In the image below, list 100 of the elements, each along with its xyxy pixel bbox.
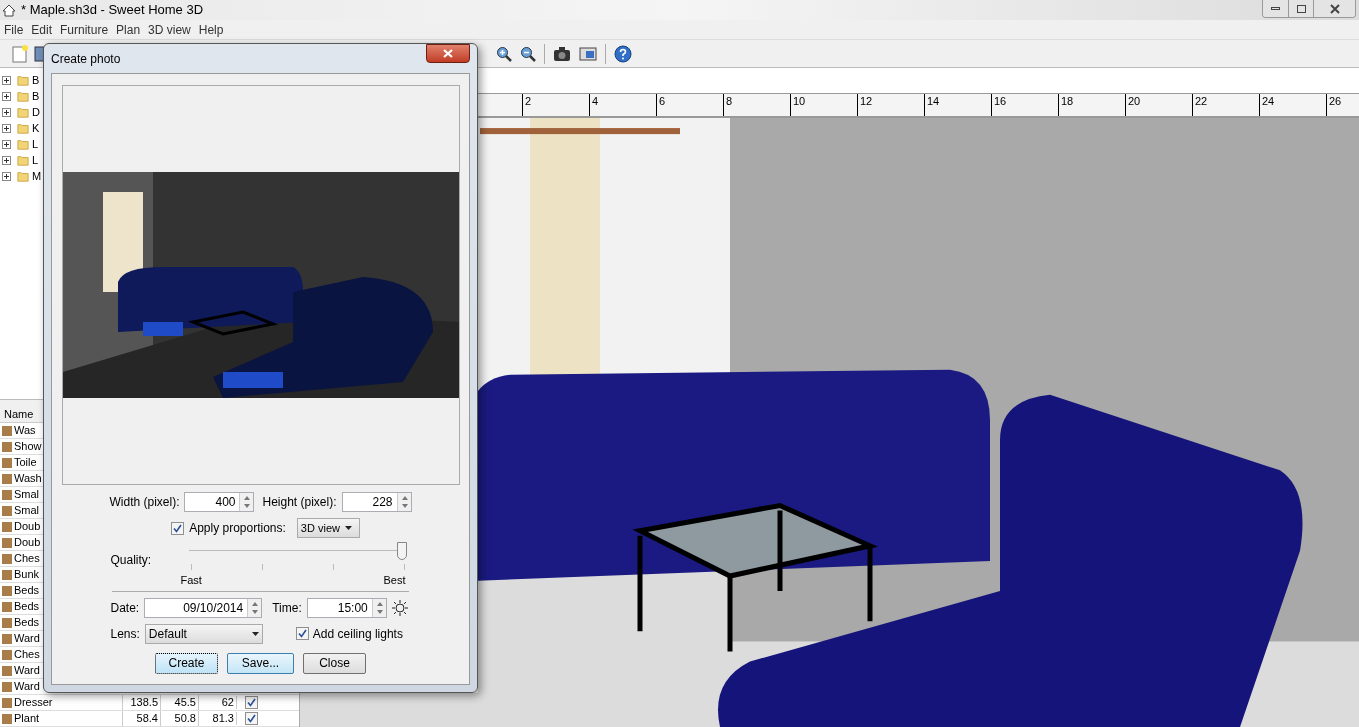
folder-icon bbox=[17, 153, 29, 167]
menu-item[interactable]: Plan bbox=[112, 20, 145, 39]
dialog-button[interactable]: Save... bbox=[227, 652, 294, 674]
menu-item[interactable]: Furniture bbox=[56, 20, 113, 39]
folder-icon bbox=[17, 169, 29, 183]
menu-item[interactable]: 3D view bbox=[144, 20, 195, 39]
ruler-label: 6 bbox=[656, 94, 723, 116]
minimize-button[interactable] bbox=[1263, 0, 1288, 17]
ceiling-lights-label[interactable]: Add ceiling lights bbox=[312, 624, 403, 643]
camera-icon[interactable] bbox=[553, 45, 571, 62]
furniture-thumbnail-icon bbox=[2, 585, 12, 596]
furniture-thumbnail-icon bbox=[2, 505, 12, 516]
time-field[interactable]: 15:00 bbox=[306, 597, 387, 618]
expand-icon[interactable] bbox=[2, 171, 11, 181]
spinner-arrows-icon[interactable] bbox=[247, 598, 262, 617]
close-icon[interactable] bbox=[1313, 0, 1355, 17]
table-cell-text: Doub bbox=[13, 519, 42, 534]
date-label: Date: bbox=[110, 599, 140, 617]
expand-icon[interactable] bbox=[2, 123, 11, 133]
best-label: Best bbox=[383, 573, 406, 588]
expand-icon[interactable] bbox=[2, 91, 11, 101]
table-cell-text: Doub bbox=[13, 535, 42, 550]
table-cell-text: Dresser bbox=[13, 695, 54, 710]
proportions-dropdown[interactable]: 3D view bbox=[296, 518, 360, 538]
table-cell-text: Smal bbox=[13, 503, 41, 518]
table-cell-text: Ward bbox=[13, 679, 41, 694]
close-icon[interactable] bbox=[426, 44, 470, 63]
column-header[interactable]: Name bbox=[0, 406, 34, 423]
time-label: Time: bbox=[272, 599, 302, 617]
lens-label: Lens: bbox=[110, 625, 140, 643]
furniture-thumbnail-icon bbox=[2, 601, 12, 612]
folder-icon bbox=[17, 121, 29, 135]
app-icon bbox=[1, 2, 17, 18]
width-label: Width (pixel): bbox=[109, 494, 180, 511]
checkbox[interactable] bbox=[245, 696, 258, 709]
menu-item[interactable]: Edit bbox=[27, 20, 57, 39]
caret-icon bbox=[345, 526, 352, 530]
ruler-label: 14 bbox=[924, 94, 991, 116]
window-title: * Maple.sh3d - Sweet Home 3D bbox=[21, 1, 204, 20]
checkbox[interactable] bbox=[245, 712, 258, 725]
expand-icon[interactable] bbox=[2, 107, 11, 117]
category-label[interactable]: B bbox=[32, 87, 40, 105]
furniture-thumbnail-icon bbox=[2, 521, 12, 532]
folder-icon bbox=[17, 137, 29, 151]
spinner-arrows-icon[interactable] bbox=[239, 493, 254, 511]
dialog-button[interactable]: Close bbox=[303, 652, 366, 674]
ruler-label: 2 bbox=[522, 94, 589, 116]
category-label[interactable]: L bbox=[32, 151, 39, 169]
category-label[interactable]: K bbox=[32, 119, 40, 137]
apply-proportions-label[interactable]: Apply proportions: bbox=[189, 519, 286, 537]
table-cell-text: Wash bbox=[13, 471, 43, 486]
table-cell-text: Beds bbox=[13, 583, 41, 598]
menu-item[interactable]: File bbox=[0, 20, 28, 39]
folder-icon bbox=[17, 105, 29, 119]
folder-icon bbox=[17, 89, 29, 103]
ruler-label: 16 bbox=[991, 94, 1058, 116]
ruler-label: 22 bbox=[1192, 94, 1259, 116]
table-cell-text: Beds bbox=[13, 615, 41, 630]
table-cell-text: Toile bbox=[13, 455, 38, 470]
photo-icon[interactable] bbox=[579, 45, 597, 62]
ruler-label: 4 bbox=[589, 94, 656, 116]
menu-item[interactable]: Help bbox=[194, 20, 228, 39]
help-icon[interactable] bbox=[614, 44, 632, 63]
category-label[interactable]: L bbox=[32, 135, 39, 153]
table-cell-text: Show bbox=[13, 439, 43, 454]
sun-icon bbox=[391, 599, 408, 616]
ruler-label: 20 bbox=[1125, 94, 1192, 116]
table-cell: 50.8 bbox=[160, 711, 198, 726]
table-cell: 45.5 bbox=[160, 695, 198, 710]
expand-icon[interactable] bbox=[2, 155, 11, 165]
furniture-thumbnail-icon bbox=[2, 425, 12, 436]
furniture-thumbnail-icon bbox=[2, 569, 12, 580]
category-label[interactable]: M bbox=[32, 167, 42, 185]
expand-icon[interactable] bbox=[2, 139, 11, 149]
zoom-in-icon[interactable] bbox=[496, 45, 512, 62]
furniture-thumbnail-icon bbox=[2, 553, 12, 564]
lens-dropdown[interactable]: Default bbox=[144, 623, 263, 644]
spinner-arrows-icon[interactable] bbox=[396, 493, 411, 511]
dialog-button[interactable]: Create bbox=[155, 652, 218, 674]
furniture-thumbnail-icon bbox=[2, 697, 12, 708]
height-field[interactable]: 228 bbox=[341, 492, 412, 512]
furniture-thumbnail-icon bbox=[2, 649, 12, 660]
table-cell-text: Was bbox=[13, 423, 37, 438]
ruler-label: 26 bbox=[1326, 94, 1359, 116]
furniture-thumbnail-icon bbox=[2, 713, 12, 724]
date-field[interactable]: 09/10/2014 bbox=[144, 597, 263, 618]
slider-thumb[interactable] bbox=[396, 542, 407, 560]
checkbox[interactable] bbox=[295, 627, 309, 640]
furniture-thumbnail-icon bbox=[2, 537, 12, 548]
expand-icon[interactable] bbox=[2, 75, 11, 85]
spinner-arrows-icon[interactable] bbox=[371, 598, 386, 617]
category-label[interactable]: D bbox=[32, 103, 40, 121]
zoom-out-icon[interactable] bbox=[520, 45, 536, 62]
category-label[interactable]: B bbox=[32, 71, 40, 89]
restore-button[interactable] bbox=[1288, 0, 1313, 17]
width-field[interactable]: 400 bbox=[184, 492, 255, 512]
furniture-thumbnail-icon bbox=[2, 473, 12, 484]
table-cell: 81.3 bbox=[198, 711, 236, 726]
furniture-thumbnail-icon bbox=[2, 457, 12, 468]
checkbox[interactable] bbox=[171, 521, 185, 535]
